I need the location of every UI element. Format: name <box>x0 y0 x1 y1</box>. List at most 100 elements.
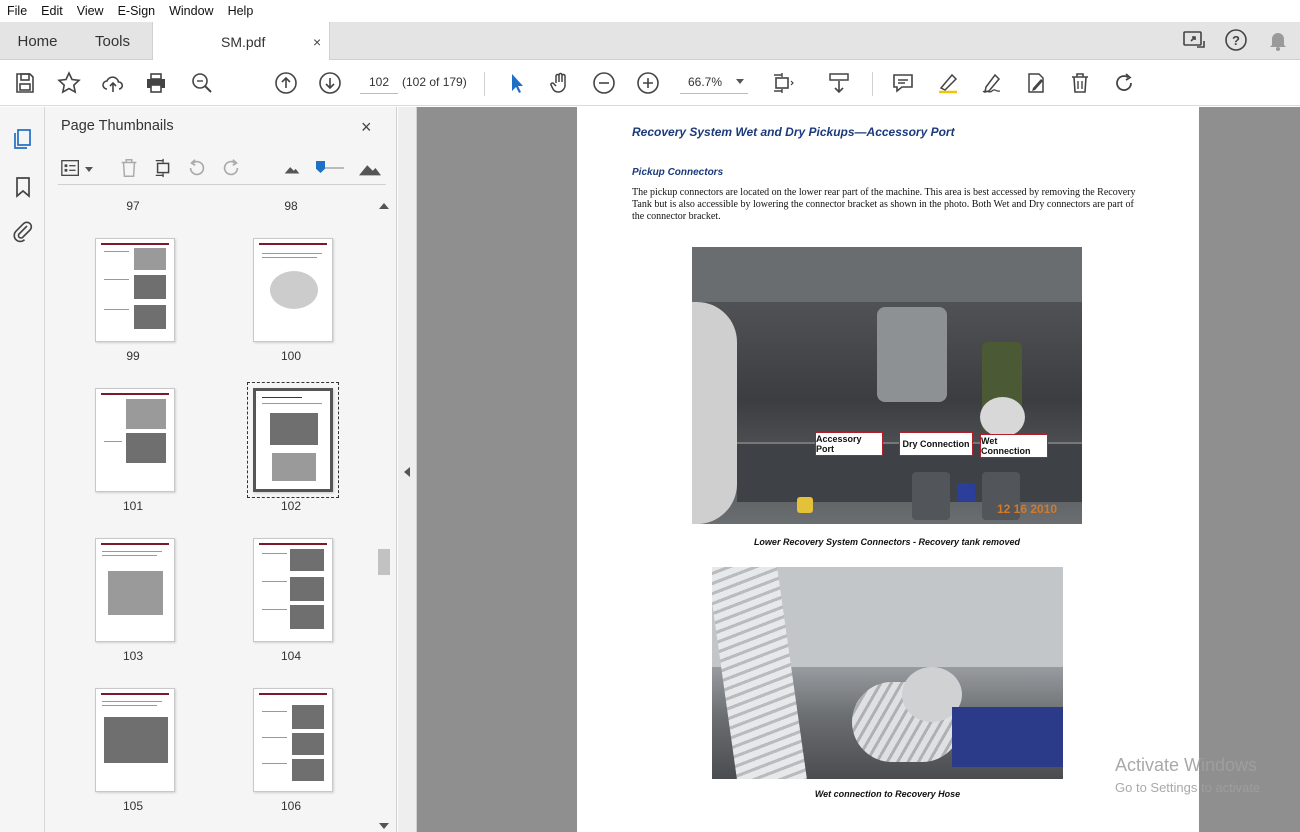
large-thumbnail-icon[interactable] <box>356 157 384 179</box>
navigation-rail <box>0 107 45 832</box>
tab-home[interactable]: Home <box>0 22 75 60</box>
toolbar-divider <box>484 72 485 96</box>
thumbnail-page-106[interactable] <box>253 688 333 792</box>
recovery-hose-photo <box>712 567 1063 779</box>
select-pointer-icon[interactable] <box>504 70 530 96</box>
highlight-pen-icon[interactable] <box>935 70 961 96</box>
thumbnail-page-104[interactable] <box>253 538 333 642</box>
bookmark-star-icon[interactable] <box>56 70 82 96</box>
thumbnail-label: 104 <box>280 649 302 663</box>
page-heading: Recovery System Wet and Dry Pickups—Acce… <box>632 125 955 139</box>
print-icon[interactable] <box>143 70 169 96</box>
thumbnail-label: 106 <box>280 799 302 813</box>
thumbnail-toolbar <box>58 151 386 185</box>
zoom-in-icon[interactable] <box>635 70 661 96</box>
scroll-up-icon[interactable] <box>379 203 389 209</box>
thumbnail-scrollbar[interactable] <box>377 199 391 829</box>
zoom-out-icon[interactable] <box>591 70 617 96</box>
menu-window[interactable]: Window <box>162 4 220 18</box>
sign-pen-icon[interactable] <box>979 70 1005 96</box>
activation-watermark-title: Activate Windows <box>1115 755 1258 775</box>
chevron-down-icon <box>736 79 744 84</box>
svg-text:?: ? <box>1232 33 1240 48</box>
menu-view[interactable]: View <box>70 4 111 18</box>
thumbnail-label: 99 <box>126 349 140 363</box>
rotate-icon[interactable] <box>1111 70 1137 96</box>
chevron-left-icon <box>404 467 410 477</box>
zoom-search-icon[interactable] <box>189 70 215 96</box>
callout-dry-connection: Dry Connection <box>899 432 973 456</box>
menu-esign[interactable]: E-Sign <box>111 4 163 18</box>
upload-cloud-icon[interactable] <box>100 70 126 96</box>
photo-date-stamp: 12 16 2010 <box>997 502 1058 516</box>
tab-document[interactable]: SM.pdf × <box>152 22 330 61</box>
insert-page-icon[interactable] <box>153 157 175 179</box>
zoom-level-select[interactable]: 66.7% <box>680 70 748 94</box>
toolbar-divider <box>872 72 873 96</box>
share-screen-icon[interactable] <box>1182 28 1206 52</box>
main-toolbar: 102 (102 of 179) 66.7% <box>0 60 1300 106</box>
chevron-down-icon[interactable] <box>85 167 93 172</box>
thumbnail-list[interactable]: 97 98 99 100 101 102 103 104 105 106 <box>58 195 376 832</box>
collapse-panel-button[interactable] <box>398 107 417 832</box>
options-menu-icon[interactable] <box>60 157 82 179</box>
page-number-input[interactable]: 102 <box>360 70 398 94</box>
thumbnail-label: 101 <box>122 499 144 513</box>
menu-bar: File Edit View E-Sign Window Help <box>0 0 1300 22</box>
page-subheading: Pickup Connectors <box>632 167 724 178</box>
thumbnail-page-101[interactable] <box>95 388 175 492</box>
menu-help[interactable]: Help <box>221 4 261 18</box>
photo-caption-2: Wet connection to Recovery Hose <box>814 789 961 799</box>
previous-page-icon[interactable] <box>273 70 299 96</box>
zoom-level-value: 66.7% <box>688 74 723 89</box>
menu-edit[interactable]: Edit <box>34 4 70 18</box>
next-page-icon[interactable] <box>317 70 343 96</box>
tab-tools[interactable]: Tools <box>75 22 150 60</box>
rotate-clockwise-icon[interactable] <box>220 157 242 179</box>
tab-bar: Home Tools SM.pdf × ? <box>0 22 1300 61</box>
small-thumbnail-icon[interactable] <box>281 157 303 179</box>
scrollbar-thumb[interactable] <box>378 549 390 575</box>
activation-watermark-subtitle: Go to Settings to activate <box>1115 780 1261 795</box>
photo-caption-1: Lower Recovery System Connectors - Recov… <box>753 537 1021 547</box>
edit-document-icon[interactable] <box>1023 70 1049 96</box>
scroll-mode-icon[interactable] <box>826 70 852 96</box>
thumbnail-label: 100 <box>280 349 302 363</box>
slider-handle[interactable] <box>316 161 325 173</box>
tabbar-actions: ? <box>1182 28 1290 52</box>
panel-title: Page Thumbnails <box>61 118 174 134</box>
callout-wet-connection: Wet Connection <box>980 434 1048 458</box>
thumbnail-page-100[interactable] <box>253 238 333 342</box>
connectors-photo: Accessory Port Dry Connection Wet Connec… <box>692 247 1082 524</box>
thumbnail-label: 105 <box>122 799 144 813</box>
thumbnail-label: 97 <box>126 199 140 213</box>
page-thumbnails-panel: Page Thumbnails × 97 98 99 100 101 102 1… <box>45 107 397 832</box>
bookmarks-icon[interactable] <box>11 175 35 199</box>
thumbnail-label: 102 <box>280 499 302 513</box>
delete-trash-icon[interactable] <box>1067 70 1093 96</box>
save-icon[interactable] <box>12 70 38 96</box>
comment-icon[interactable] <box>890 70 916 96</box>
attachment-paperclip-icon[interactable] <box>11 219 35 243</box>
page-fit-icon[interactable] <box>770 70 796 96</box>
menu-file[interactable]: File <box>0 4 34 18</box>
thumbnail-page-103[interactable] <box>95 538 175 642</box>
delete-pages-icon[interactable] <box>118 157 140 179</box>
pdf-page[interactable]: Recovery System Wet and Dry Pickups—Acce… <box>577 107 1199 832</box>
help-icon[interactable]: ? <box>1224 28 1248 52</box>
thumbnail-label: 103 <box>122 649 144 663</box>
thumbnail-page-105[interactable] <box>95 688 175 792</box>
page-thumbnails-icon[interactable] <box>11 127 35 151</box>
tab-document-title: SM.pdf <box>221 33 266 50</box>
page-paragraph: The pickup connectors are located on the… <box>632 187 1136 222</box>
scroll-down-icon[interactable] <box>379 823 389 829</box>
thumbnail-page-99[interactable] <box>95 238 175 342</box>
thumbnail-page-102[interactable] <box>247 382 339 498</box>
thumbnail-label: 98 <box>284 199 298 213</box>
notifications-bell-icon[interactable] <box>1266 28 1290 52</box>
rotate-counterclockwise-icon[interactable] <box>186 157 208 179</box>
hand-tool-icon[interactable] <box>547 70 573 96</box>
close-tab-icon[interactable]: × <box>313 34 321 50</box>
close-panel-icon[interactable]: × <box>361 117 372 138</box>
page-count-label: (102 of 179) <box>402 75 467 89</box>
